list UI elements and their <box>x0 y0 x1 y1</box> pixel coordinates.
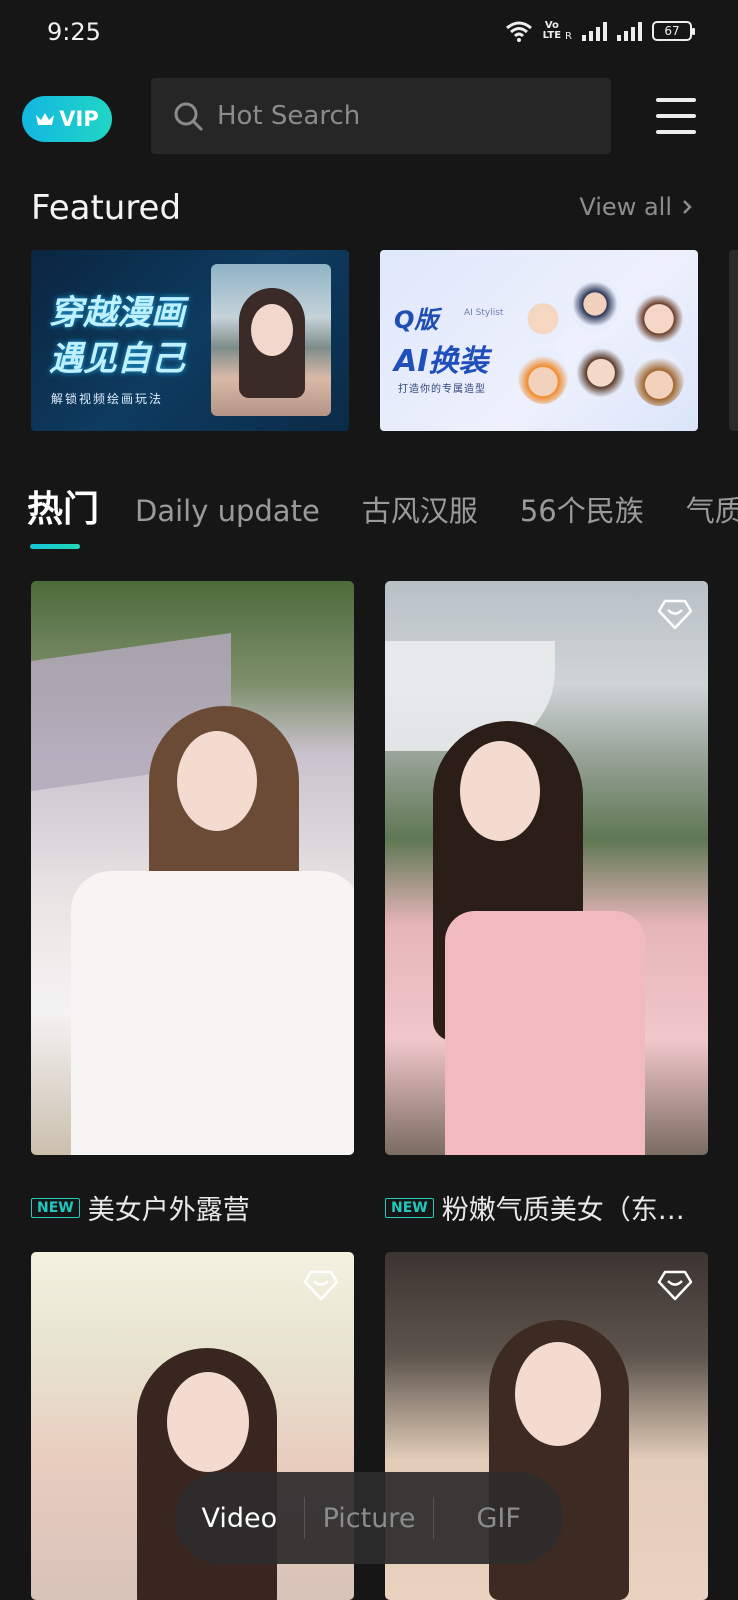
template-card-1[interactable] <box>31 581 354 1155</box>
card-2-title: 粉嫩气质美女（东… <box>441 1195 685 1226</box>
banner-stylist-subtitle: 打造你的专属造型 <box>398 384 486 395</box>
switch-picture[interactable]: Picture <box>305 1503 434 1534</box>
menu-icon[interactable] <box>656 98 696 134</box>
person-face <box>167 1372 249 1472</box>
banner-stylist-brand: Q版 <box>394 306 439 334</box>
signal-icon-1 <box>582 21 607 41</box>
tab-hot[interactable]: 热门 <box>27 480 99 532</box>
avatar-princess <box>634 288 684 344</box>
status-icons: Vo LTE R 67 <box>505 20 695 42</box>
tab-daily-update[interactable]: Daily update <box>135 494 320 528</box>
search-icon <box>174 102 203 131</box>
status-bar: 9:25 Vo LTE R 67 <box>0 0 738 66</box>
tab-hanfu[interactable]: 古风汉服 <box>362 488 478 530</box>
premium-heart-icon <box>657 1270 693 1301</box>
media-type-switch: Video Picture GIF <box>175 1472 563 1564</box>
banner-stylist-title: AI换装 <box>394 344 489 379</box>
template-card-2[interactable] <box>385 581 708 1155</box>
volte-icon: Vo LTE <box>542 20 562 41</box>
person-face <box>515 1342 601 1446</box>
tab-56-ethnic[interactable]: 56个民族 <box>520 488 644 530</box>
search-input[interactable]: Hot Search <box>151 78 611 154</box>
chevron-right-icon <box>683 200 692 214</box>
featured-banner-partial[interactable] <box>729 250 738 431</box>
active-tab-indicator <box>30 544 80 549</box>
pink-dress <box>445 911 645 1155</box>
featured-banner-ai-stylist[interactable]: Q版 AI Stylist AI换装 打造你的专属造型 <box>380 250 698 431</box>
view-all-link[interactable]: View all <box>579 193 692 221</box>
wifi-icon <box>505 21 532 42</box>
new-badge: NEW <box>31 1197 80 1218</box>
card-1-title: 美女户外露营 <box>87 1195 250 1226</box>
person-face <box>177 731 257 831</box>
banner-comic-subtitle: 解锁视频绘画玩法 <box>51 392 164 406</box>
avatar-worker <box>518 348 568 404</box>
avatar-girl <box>576 342 626 398</box>
vip-label: VIP <box>59 107 99 131</box>
card-2-caption[interactable]: NEW 粉嫩气质美女（东… <box>385 1188 685 1227</box>
banner-comic-portrait <box>211 264 331 416</box>
roaming-indicator: R <box>565 31 572 42</box>
premium-heart-icon <box>657 599 693 630</box>
banner-comic-title: 穿越漫画 遇见自己 <box>49 290 185 382</box>
category-tabs: 热门 Daily update 古风汉服 56个民族 气质 <box>27 480 738 532</box>
premium-heart-icon <box>303 1270 339 1301</box>
battery-icon: 67 <box>652 21 695 41</box>
avatar-cowboy <box>634 350 684 406</box>
featured-heading: Featured <box>31 188 182 228</box>
banner-stylist-brand-small: AI Stylist <box>464 308 504 318</box>
search-placeholder: Hot Search <box>217 101 361 131</box>
vip-button[interactable]: VIP <box>22 96 112 142</box>
status-time: 9:25 <box>47 18 101 46</box>
card-1-caption[interactable]: NEW 美女户外露营 <box>31 1188 250 1227</box>
view-all-label: View all <box>579 193 672 221</box>
banner-comic-title-line2: 遇见自己 <box>49 339 185 379</box>
person-face <box>460 741 540 841</box>
crown-icon <box>36 113 55 125</box>
switch-video[interactable]: Video <box>175 1503 304 1534</box>
avatar-chef <box>518 288 568 344</box>
new-badge: NEW <box>385 1197 434 1218</box>
switch-gif[interactable]: GIF <box>434 1503 563 1534</box>
white-dress <box>71 871 354 1155</box>
tab-temperament[interactable]: 气质 <box>686 488 738 530</box>
banner-comic-title-line1: 穿越漫画 <box>49 293 185 333</box>
signal-icon-2 <box>617 21 642 41</box>
featured-banner-comic[interactable]: 穿越漫画 遇见自己 解锁视频绘画玩法 <box>31 250 349 431</box>
avatar-couple <box>570 276 620 332</box>
battery-level: 67 <box>664 24 680 38</box>
